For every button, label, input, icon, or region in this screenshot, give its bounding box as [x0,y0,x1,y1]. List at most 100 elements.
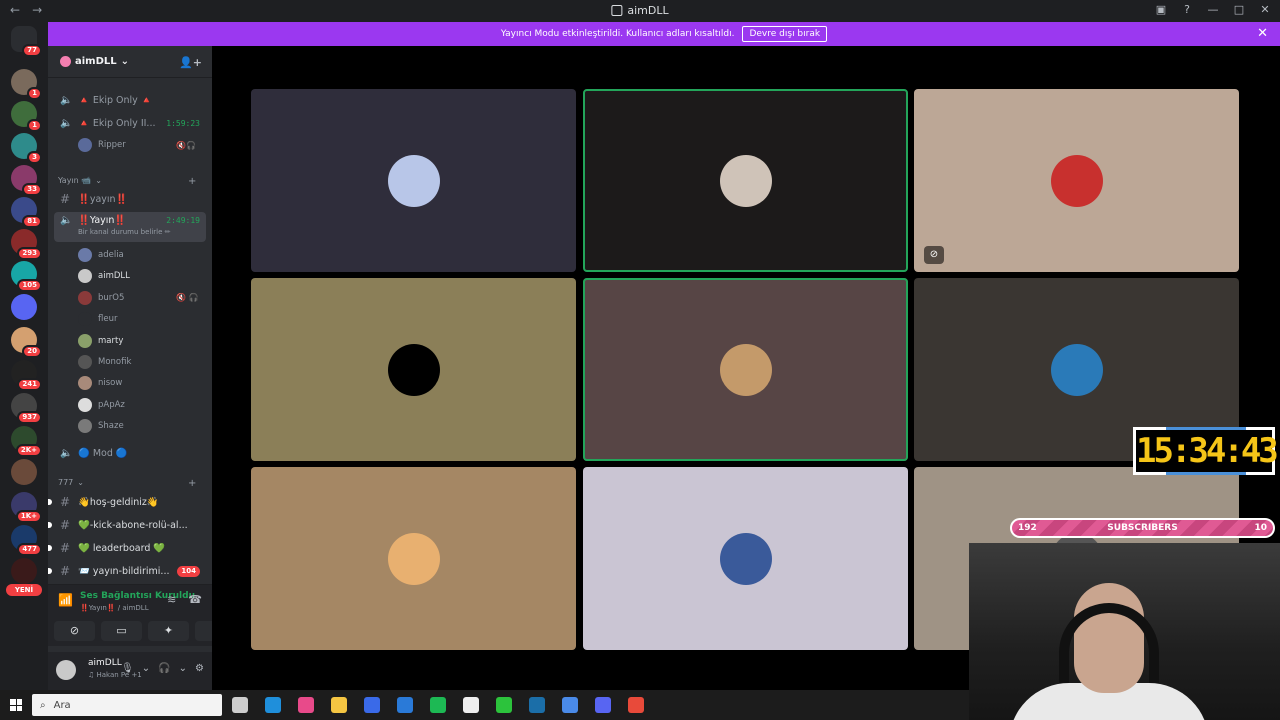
voice-channel-mod[interactable]: 🔈 🔵 Mod 🔵 [54,443,206,463]
server-icon[interactable]: 33 [11,165,42,196]
back-icon[interactable]: ← [10,3,20,17]
windows-start-icon[interactable] [10,699,22,711]
taskbar-app-icon[interactable] [364,697,380,713]
text-channel[interactable]: # 👋hoş-geldiniz👋 [48,492,206,512]
text-channel-yayin[interactable]: # ‼️yayın‼️ [54,189,206,209]
participant-avatar [387,343,440,396]
taskbar-app-icon[interactable] [529,697,545,713]
text-channel[interactable]: # 💚 leaderboard 💚 [48,538,206,558]
voice-channel-ekip-only[interactable]: 🔈 🔺 Ekip Only 🔺 [54,90,206,110]
server-icon[interactable]: 293 [11,229,42,260]
participant-tile[interactable]: ⊘ [914,89,1239,272]
signal-icon[interactable]: 📶 [58,593,73,607]
participant-tile[interactable] [583,467,908,650]
voice-user[interactable]: aimDLL [78,267,130,285]
help-icon[interactable]: ? [1180,3,1194,16]
search-icon: ⌕ [40,699,46,711]
taskbar-app-icon[interactable] [265,697,281,713]
chevron-down-icon[interactable]: ⌄ [142,663,150,674]
muted-deafened-icon: 🔇 🎧 [176,293,199,303]
maximize-icon[interactable]: □ [1232,3,1246,16]
disconnect-icon[interactable]: ☎ [188,593,202,606]
add-channel-icon[interactable]: + [188,478,196,489]
headphones-icon[interactable]: 🎧 [158,663,170,674]
forward-icon[interactable]: → [32,3,42,17]
chevron-down-icon: ⌄ [120,56,130,67]
category-777[interactable]: 777 ⌄ + [58,478,196,489]
server-icon[interactable]: 1 [11,69,42,100]
settings-gear-icon[interactable]: ⚙ [195,663,204,674]
participant-avatar [387,154,440,207]
server-icon[interactable] [11,558,37,584]
text-channel[interactable]: # 📨 yayın-bildirimi... 104 [48,561,206,581]
add-channel-icon[interactable]: + [188,176,196,187]
voice-user[interactable]: fleur [78,310,117,328]
voice-channel-path[interactable]: ‼️Yayın‼️ / aimDLL [80,604,149,612]
microphone-icon[interactable]: 🎙 [121,663,134,674]
avatar [78,312,92,327]
invite-people-icon[interactable]: 👤+ [179,56,202,69]
user-avatar[interactable] [56,660,76,680]
participant-tile[interactable] [251,89,576,272]
guild-header[interactable]: aimDLL ⌄ 👤+ [48,46,212,78]
voice-user[interactable]: nisow [78,374,122,392]
noise-suppression-icon[interactable]: ≋ [167,593,176,606]
taskbar-app-icon[interactable] [397,697,413,713]
voice-user[interactable]: pApAz [78,396,125,414]
close-icon[interactable]: ✕ [1258,3,1272,16]
hash-icon: # [60,518,71,532]
taskbar-app-icon[interactable] [463,697,479,713]
direct-messages-button[interactable]: 77 [11,26,42,57]
voice-channel-ekip-only-2[interactable]: 🔈 🔺 Ekip Only II... 1:59:23 [54,113,206,133]
voice-user[interactable]: Ripper 🔇🎧 [78,136,196,154]
server-icon[interactable] [11,294,37,320]
voice-user[interactable]: burO5 🔇 🎧 [78,289,198,307]
taskbar-app-icon[interactable] [595,697,611,713]
minimize-icon[interactable]: — [1206,3,1220,16]
server-icon[interactable]: 3 [11,133,42,164]
voice-user[interactable]: Monofik [78,353,131,371]
category-yayin[interactable]: Yayın 📹 ⌄ + [58,176,196,187]
server-icon[interactable]: 1 [11,101,42,132]
taskbar-app-icon[interactable] [331,697,347,713]
avatar [78,419,92,434]
taskbar-app-icon[interactable] [232,697,248,713]
server-icon[interactable]: 81 [11,197,42,228]
voice-channel-yayin[interactable]: 🔈 ‼️Yayın‼️ 2:49:19 Bir kanal durumu bel… [54,212,206,242]
server-icon[interactable]: 937 [11,393,42,424]
screen-share-button[interactable]: ▭ [101,621,142,641]
participant-tile[interactable] [251,278,576,461]
taskbar-app-icon[interactable] [562,697,578,713]
server-icon[interactable] [11,459,37,485]
participant-tile[interactable] [583,89,908,272]
voice-user[interactable]: adelia [78,246,124,264]
participant-tile[interactable] [251,467,576,650]
disable-streamer-mode-button[interactable]: Devre dışı bırak [742,26,828,42]
server-icon[interactable]: 20 [11,327,42,358]
voice-user[interactable]: Shaze [78,417,124,435]
taskbar-search[interactable]: ⌕ Ara [32,694,222,716]
banner-close-icon[interactable]: ✕ [1257,26,1268,41]
server-icon[interactable]: 1K+ [11,492,42,523]
avatar [78,290,92,305]
user-name[interactable]: aimDLL [88,658,122,668]
inbox-button-icon[interactable]: ▣ [1154,3,1168,16]
taskbar-app-icon[interactable] [298,697,314,713]
camera-off-button[interactable]: ⊘ [54,621,95,641]
server-icon[interactable]: 477 [11,525,42,556]
server-icon[interactable]: 105 [11,261,42,292]
channel-status-hint[interactable]: Bir kanal durumu belirle ✏ [78,228,171,236]
activities-button[interactable]: ✦ [148,621,189,641]
server-icon[interactable]: 241 [11,360,42,391]
hash-icon: # [60,564,71,578]
text-channel[interactable]: # 💚-kick-abone-rolü-al... [48,515,206,535]
chevron-down-icon[interactable]: ⌄ [179,663,187,674]
server-badge: 293 [17,247,42,260]
voice-user[interactable]: marty [78,332,123,350]
participant-tile[interactable] [583,278,908,461]
taskbar-app-icon[interactable] [496,697,512,713]
server-icon[interactable]: 2K+ [11,426,42,457]
taskbar-app-icon[interactable] [430,697,446,713]
taskbar-app-icon[interactable] [628,697,644,713]
title-bar: ← → aimDLL ▣ ? — □ ✕ [0,0,1280,22]
